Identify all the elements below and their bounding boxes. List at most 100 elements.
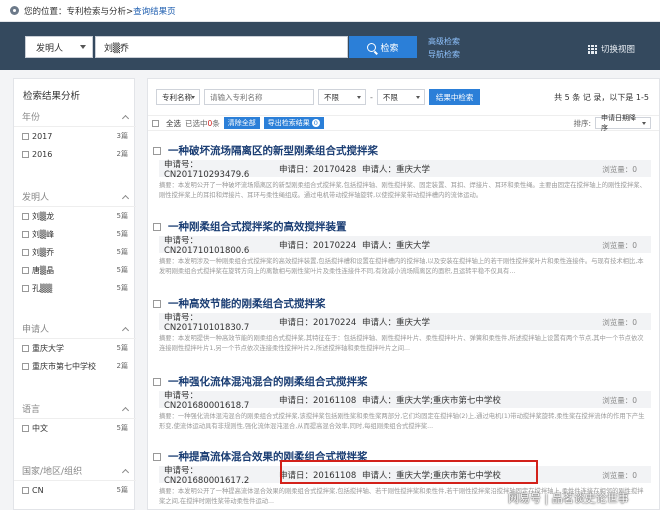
- facet-item[interactable]: CN 5篇: [14, 481, 136, 499]
- clear-all-button[interactable]: 清除全部: [223, 117, 260, 129]
- search-in-results-button[interactable]: 结果中检索: [428, 89, 481, 105]
- result-item: 一种强化流体混沌混合的刚柔组合式搅拌桨 申请号：CN201680001618.7…: [148, 374, 659, 444]
- view-count: 浏览量：0: [602, 318, 637, 327]
- chevron-up-icon: [121, 194, 130, 202]
- result-meta: 申请号：CN201680001618.7 申请日：20161108 申请人：重庆…: [159, 390, 651, 411]
- facet-item[interactable]: 孔▒▒ 5篇: [14, 279, 136, 297]
- result-meta: 申请号：CN201710293479.6 申请日：20170428 申请人：重庆…: [159, 160, 651, 180]
- checkbox[interactable]: [22, 230, 29, 238]
- advanced-search-link[interactable]: 高级检索: [428, 36, 460, 47]
- result-title[interactable]: 一种刚柔组合式搅拌桨的高效搅拌装置: [153, 219, 347, 234]
- result-checkbox[interactable]: [153, 146, 161, 155]
- result-title[interactable]: 一种强化流体混沌混合的刚柔组合式搅拌桨: [153, 374, 368, 389]
- facet-header[interactable]: 语言: [14, 399, 136, 419]
- facet-item[interactable]: 刘▒龙 5篇: [14, 207, 136, 225]
- result-item: 一种破坏流场隔离区的新型刚柔组合式搅拌桨 申请号：CN201710293479.…: [148, 143, 659, 213]
- selected-count: 已选中0条: [185, 118, 220, 128]
- range-dash: -: [370, 92, 373, 102]
- location-icon: [10, 6, 19, 15]
- facet-header[interactable]: 国家/地区/组织: [14, 461, 136, 481]
- facet-item[interactable]: 重庆大学 5篇: [14, 339, 136, 357]
- result-toolbar: 全选 已选中0条 清除全部 导出检索结果 0 排序: 申请日期降序: [148, 114, 659, 132]
- checkbox[interactable]: [22, 132, 29, 140]
- facet-item[interactable]: 唐▒晶 5篇: [14, 261, 136, 279]
- result-checkbox[interactable]: [153, 299, 161, 308]
- checkbox[interactable]: [22, 424, 29, 432]
- sidebar-title: 检索结果分析: [23, 91, 81, 102]
- result-checkbox[interactable]: [153, 377, 161, 386]
- application-number: 申请号：CN201710101800.6: [164, 235, 250, 256]
- result-item: 一种刚柔组合式搅拌桨的高效搅拌装置 申请号：CN201710101800.6 申…: [148, 219, 659, 289]
- checkbox[interactable]: [22, 248, 29, 256]
- result-summary: 共 5 条 记 录，以下是 1-5: [554, 93, 649, 102]
- facet-year: 年份 2017 3篇 2016 2篇: [14, 107, 136, 163]
- checkbox[interactable]: [22, 284, 29, 292]
- filter-name-input[interactable]: [204, 89, 314, 105]
- application-date: 申请日：20170224: [279, 317, 357, 328]
- application-date: 申请日：20170428: [279, 164, 357, 175]
- facet-item[interactable]: 中文 5篇: [14, 419, 136, 437]
- application-date: 申请日：20161108: [279, 395, 357, 406]
- watermark: 网易号 | 品茗谈史论世事: [508, 492, 629, 505]
- filter-to-select[interactable]: 不限: [376, 89, 425, 105]
- result-meta: 申请号：CN201710101800.6 申请日：20170224 申请人：重庆…: [159, 235, 651, 256]
- view-count: 浏览量：0: [602, 241, 637, 250]
- search-field-select[interactable]: 发明人: [25, 36, 93, 58]
- facet-item[interactable]: 重庆市第七中学校 2篇: [14, 357, 136, 375]
- filter-field-select[interactable]: 专利名称: [156, 89, 200, 105]
- view-count: 浏览量：0: [602, 471, 637, 480]
- checkbox[interactable]: [22, 344, 29, 352]
- result-meta: 申请号：CN201710101830.7 申请日：20170224 申请人：重庆…: [159, 312, 651, 333]
- checkbox[interactable]: [22, 212, 29, 220]
- switch-view-label: 切换视图: [601, 45, 636, 55]
- highlight-box: [280, 460, 538, 484]
- applicant: 申请人：重庆大学;重庆市第七中学校: [362, 395, 501, 406]
- nav-search-link[interactable]: 导航检索: [428, 49, 460, 60]
- switch-view-button[interactable]: 切换视图: [588, 43, 635, 55]
- filter-from-select[interactable]: 不限: [318, 89, 366, 105]
- chevron-up-icon: [121, 406, 130, 414]
- result-title[interactable]: 一种高效节能的刚柔组合式搅拌桨: [153, 296, 326, 311]
- facet-item[interactable]: 刘▒乔 5篇: [14, 243, 136, 261]
- result-filter: 专利名称 不限 - 不限 结果中检索: [156, 89, 481, 105]
- select-all-label: 全选: [166, 118, 181, 128]
- sort-select[interactable]: 申请日期降序: [595, 114, 651, 132]
- application-number: 申请号：CN201710101830.7: [164, 312, 250, 333]
- result-checkbox[interactable]: [153, 452, 161, 461]
- facet-item[interactable]: 刘▒峰 5篇: [14, 225, 136, 243]
- facet-country: 国家/地区/组织 CN 5篇: [14, 461, 136, 499]
- breadcrumb-prefix: 您的位置：专利检索与分析>: [24, 6, 134, 17]
- checkbox[interactable]: [22, 150, 29, 158]
- breadcrumb-current[interactable]: 查询结果页: [133, 5, 176, 17]
- facet-header[interactable]: 申请人: [14, 319, 136, 339]
- result-checkbox[interactable]: [153, 222, 161, 231]
- result-title[interactable]: 一种破坏流场隔离区的新型刚柔组合式搅拌桨: [153, 143, 378, 158]
- search-button-label: 检索: [380, 43, 399, 54]
- search-input[interactable]: [95, 36, 348, 58]
- applicant: 申请人：重庆大学: [362, 317, 431, 328]
- application-number: 申请号：CN201680001618.7: [164, 390, 250, 411]
- facet-item[interactable]: 2017 3篇: [14, 127, 136, 145]
- facet-language: 语言 中文 5篇: [14, 399, 136, 437]
- facet-item[interactable]: 2016 2篇: [14, 145, 136, 163]
- chevron-down-icon: [642, 122, 646, 125]
- result-abstract: 摘要：本发明提供一种高效节能的刚柔组合式搅拌桨,其特征在于：包括搅拌轴、刚性搅拌…: [159, 335, 644, 352]
- applicant: 申请人：重庆大学: [362, 164, 431, 175]
- facet-header[interactable]: 发明人: [14, 187, 136, 207]
- export-results-button[interactable]: 导出检索结果 0: [263, 117, 324, 129]
- checkbox[interactable]: [22, 266, 29, 274]
- view-count: 浏览量：0: [602, 165, 637, 174]
- result-abstract: 摘要：本发明涉及一种刚柔组合式搅拌桨的高效搅拌装置,包括搅拌槽和设置在搅拌槽内的…: [159, 258, 644, 275]
- chevron-down-icon: [191, 96, 195, 99]
- facet-header[interactable]: 年份: [14, 107, 136, 127]
- result-item: 一种高效节能的刚柔组合式搅拌桨 申请号：CN201710101830.7 申请日…: [148, 296, 659, 366]
- chevron-down-icon: [357, 96, 361, 99]
- search-button[interactable]: 检索: [349, 36, 417, 58]
- chevron-down-icon: [80, 45, 86, 49]
- checkbox[interactable]: [22, 486, 29, 494]
- search-field-value: 发明人: [36, 43, 64, 54]
- sort-label: 排序:: [573, 118, 591, 128]
- select-all-checkbox[interactable]: [152, 119, 159, 127]
- checkbox[interactable]: [22, 362, 29, 370]
- chevron-up-icon: [121, 468, 130, 476]
